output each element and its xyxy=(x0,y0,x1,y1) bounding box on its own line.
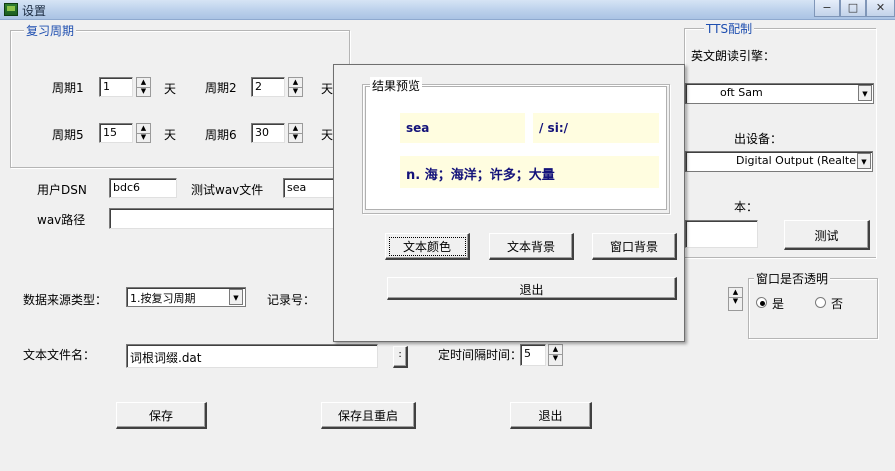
text-color-button[interactable]: 文本颜色 xyxy=(385,233,470,260)
period5-label: 周期5 xyxy=(52,128,84,142)
output-device-select[interactable]: Digital Output (Realtek xyxy=(685,151,873,172)
maximize-button[interactable]: □ xyxy=(840,0,866,17)
preview-phonetic: / si:/ xyxy=(533,113,659,143)
output-device-label: 出设备： xyxy=(734,132,783,146)
window-background-button[interactable]: 窗口背景 xyxy=(592,233,677,260)
period1-label: 周期1 xyxy=(52,81,84,95)
spin-down-icon[interactable]: ▼ xyxy=(137,87,150,96)
period6-input[interactable]: 30 xyxy=(251,123,285,143)
dsn-label: 用户DSN xyxy=(37,183,87,197)
review-period-legend: 复习周期 xyxy=(24,22,77,39)
timer-label: 定时间隔时间： xyxy=(438,348,523,362)
spin-down-icon[interactable]: ▼ xyxy=(729,297,742,306)
engine-select[interactable]: oft Sam xyxy=(685,83,874,104)
period5-unit: 天 xyxy=(164,128,177,142)
preview-exit-button[interactable]: 退出 xyxy=(387,277,677,300)
spin-down-icon[interactable]: ▼ xyxy=(137,133,150,142)
engine-label: 英文朗读引擎： xyxy=(691,49,776,63)
tts-legend: TTS配制 xyxy=(704,20,755,37)
spin-down-icon[interactable]: ▼ xyxy=(289,87,302,96)
transparent-yes-label: 是 xyxy=(772,297,785,311)
text-file-input[interactable]: 词根词缀.dat xyxy=(126,344,378,368)
exit-button[interactable]: 退出 xyxy=(510,402,592,429)
save-restart-button[interactable]: 保存且重启 xyxy=(321,402,416,429)
chevron-down-icon[interactable]: ▼ xyxy=(229,289,243,305)
tts-test-button[interactable]: 测试 xyxy=(784,220,870,250)
transparent-no-radio[interactable] xyxy=(815,297,826,308)
transparency-group xyxy=(748,278,878,339)
preview-legend: 结果预览 xyxy=(370,77,423,94)
data-source-label: 数据来源类型： xyxy=(23,293,108,307)
save-button[interactable]: 保存 xyxy=(116,402,207,429)
period5-input[interactable]: 15 xyxy=(99,123,133,143)
browse-button[interactable]: : xyxy=(393,346,408,368)
transparency-legend: 窗口是否透明 xyxy=(754,270,831,287)
period1-spinner[interactable]: ▲ ▼ xyxy=(136,77,151,97)
period6-label: 周期6 xyxy=(205,128,237,142)
spin-down-icon[interactable]: ▼ xyxy=(549,354,562,363)
period1-unit: 天 xyxy=(164,82,177,96)
chevron-down-icon[interactable]: ▼ xyxy=(857,153,871,169)
record-no-label: 记录号： xyxy=(267,293,316,307)
period6-spinner[interactable]: ▲ ▼ xyxy=(288,123,303,143)
test-text-label: 本： xyxy=(734,200,759,214)
period2-input[interactable]: 2 xyxy=(251,77,285,97)
period2-spinner[interactable]: ▲ ▼ xyxy=(288,77,303,97)
transparent-yes-radio[interactable] xyxy=(756,297,767,308)
wav-path-label: wav路径 xyxy=(37,213,86,227)
period1-input[interactable]: 1 xyxy=(99,77,133,97)
record-no-spinner[interactable]: ▲ ▼ xyxy=(728,287,743,311)
period6-unit: 天 xyxy=(321,128,334,142)
app-icon xyxy=(4,3,18,16)
period5-spinner[interactable]: ▲ ▼ xyxy=(136,123,151,143)
minimize-button[interactable]: − xyxy=(814,0,840,17)
period2-unit: 天 xyxy=(321,82,334,96)
data-source-select[interactable]: 1.按复习周期 xyxy=(126,287,246,307)
review-period-group xyxy=(10,30,350,168)
dsn-input[interactable]: bdc6 xyxy=(109,178,177,198)
timer-input[interactable]: 5 xyxy=(520,344,546,366)
preview-meaning: n. 海；海洋；许多；大量 xyxy=(400,156,659,188)
preview-area xyxy=(365,86,667,210)
title-bar[interactable] xyxy=(0,0,895,20)
chevron-down-icon[interactable]: ▼ xyxy=(858,85,872,101)
timer-spinner[interactable]: ▲ ▼ xyxy=(548,344,563,366)
transparent-no-label: 否 xyxy=(831,297,844,311)
close-button[interactable]: ✕ xyxy=(866,0,895,17)
test-wav-label: 测试wav文件 xyxy=(191,183,264,197)
window-title: 设置 xyxy=(22,4,47,18)
preview-word: sea xyxy=(400,113,525,143)
test-text-input[interactable] xyxy=(685,220,758,248)
spin-down-icon[interactable]: ▼ xyxy=(289,133,302,142)
test-wav-input[interactable]: sea xyxy=(283,178,338,198)
text-file-label: 文本文件名： xyxy=(23,348,96,362)
text-background-button[interactable]: 文本背景 xyxy=(489,233,574,260)
wav-path-input[interactable] xyxy=(109,208,338,229)
period2-label: 周期2 xyxy=(205,81,237,95)
